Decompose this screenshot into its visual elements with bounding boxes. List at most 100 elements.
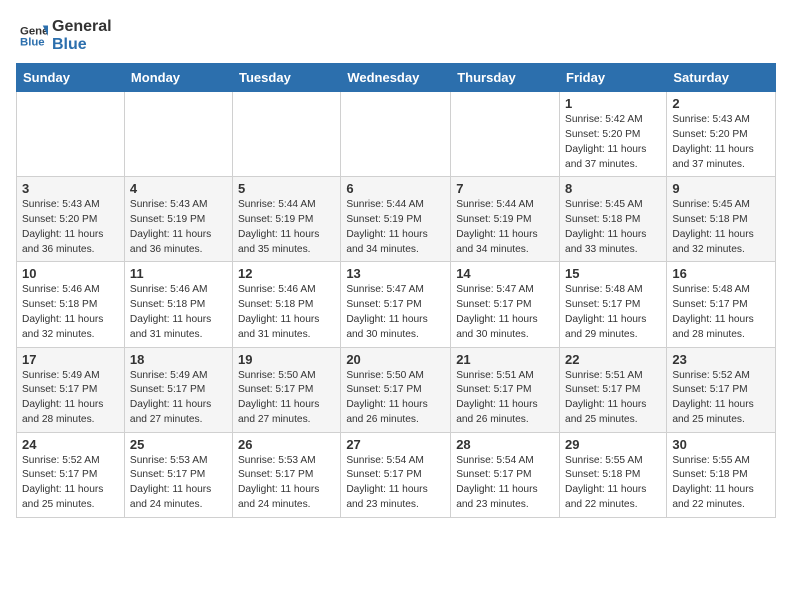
day-number: 23: [672, 352, 770, 367]
day-info: Sunrise: 5:51 AMSunset: 5:17 PMDaylight:…: [565, 369, 661, 428]
day-cell: 12 Sunrise: 5:46 AMSunset: 5:18 PMDayligh…: [233, 262, 341, 347]
day-info: Sunrise: 5:51 AMSunset: 5:17 PMDaylight:…: [456, 369, 554, 428]
day-cell: 10 Sunrise: 5:46 AMSunset: 5:18 PMDayligh…: [17, 262, 125, 347]
calendar-header: SundayMondayTuesdayWednesdayThursdayFrid…: [17, 64, 776, 92]
day-header-tuesday: Tuesday: [233, 64, 341, 92]
day-info: Sunrise: 5:46 AMSunset: 5:18 PMDaylight:…: [22, 283, 119, 342]
day-number: 26: [238, 437, 335, 452]
day-number: 6: [346, 181, 445, 196]
day-number: 9: [672, 181, 770, 196]
day-info: Sunrise: 5:48 AMSunset: 5:17 PMDaylight:…: [565, 283, 661, 342]
day-info: Sunrise: 5:44 AMSunset: 5:19 PMDaylight:…: [238, 198, 335, 257]
day-info: Sunrise: 5:45 AMSunset: 5:18 PMDaylight:…: [672, 198, 770, 257]
day-cell: 18 Sunrise: 5:49 AMSunset: 5:17 PMDayligh…: [124, 347, 232, 432]
day-number: 15: [565, 266, 661, 281]
day-number: 22: [565, 352, 661, 367]
day-info: Sunrise: 5:54 AMSunset: 5:17 PMDaylight:…: [456, 454, 554, 513]
day-info: Sunrise: 5:48 AMSunset: 5:17 PMDaylight:…: [672, 283, 770, 342]
day-cell: 22 Sunrise: 5:51 AMSunset: 5:17 PMDayligh…: [560, 347, 667, 432]
svg-text:Blue: Blue: [20, 36, 45, 48]
day-number: 1: [565, 96, 661, 111]
day-number: 17: [22, 352, 119, 367]
day-info: Sunrise: 5:55 AMSunset: 5:18 PMDaylight:…: [672, 454, 770, 513]
day-cell: 25Sunrise: 5:53 AMSunset: 5:17 PMDayligh…: [124, 432, 232, 517]
day-info: Sunrise: 5:49 AMSunset: 5:17 PMDaylight:…: [130, 369, 227, 428]
day-cell: 7 Sunrise: 5:44 AMSunset: 5:19 PMDaylight…: [451, 177, 560, 262]
day-cell: [124, 92, 232, 177]
header-row: SundayMondayTuesdayWednesdayThursdayFrid…: [17, 64, 776, 92]
day-number: 29: [565, 437, 661, 452]
page-header: General Blue GeneralBlue: [0, 0, 792, 63]
day-header-friday: Friday: [560, 64, 667, 92]
day-cell: [17, 92, 125, 177]
day-info: Sunrise: 5:50 AMSunset: 5:17 PMDaylight:…: [346, 369, 445, 428]
day-number: 12: [238, 266, 335, 281]
day-info: Sunrise: 5:46 AMSunset: 5:18 PMDaylight:…: [238, 283, 335, 342]
day-info: Sunrise: 5:52 AMSunset: 5:17 PMDaylight:…: [672, 369, 770, 428]
day-number: 25: [130, 437, 227, 452]
day-number: 28: [456, 437, 554, 452]
day-cell: 14 Sunrise: 5:47 AMSunset: 5:17 PMDayligh…: [451, 262, 560, 347]
day-info: Sunrise: 5:55 AMSunset: 5:18 PMDaylight:…: [565, 454, 661, 513]
day-info: Sunrise: 5:46 AMSunset: 5:18 PMDaylight:…: [130, 283, 227, 342]
day-info: Sunrise: 5:47 AMSunset: 5:17 PMDaylight:…: [456, 283, 554, 342]
logo-general: General: [52, 18, 112, 36]
day-cell: 30 Sunrise: 5:55 AMSunset: 5:18 PMDayligh…: [667, 432, 776, 517]
day-number: 13: [346, 266, 445, 281]
day-number: 11: [130, 266, 227, 281]
day-number: 24: [22, 437, 119, 452]
day-header-monday: Monday: [124, 64, 232, 92]
week-row-3: 10 Sunrise: 5:46 AMSunset: 5:18 PMDayligh…: [17, 262, 776, 347]
week-row-4: 17 Sunrise: 5:49 AMSunset: 5:17 PMDayligh…: [17, 347, 776, 432]
day-cell: 17 Sunrise: 5:49 AMSunset: 5:17 PMDayligh…: [17, 347, 125, 432]
day-number: 8: [565, 181, 661, 196]
calendar-container: SundayMondayTuesdayWednesdayThursdayFrid…: [0, 63, 792, 530]
day-cell: 23 Sunrise: 5:52 AMSunset: 5:17 PMDayligh…: [667, 347, 776, 432]
day-cell: 27 Sunrise: 5:54 AMSunset: 5:17 PMDayligh…: [341, 432, 451, 517]
day-info: Sunrise: 5:44 AMSunset: 5:19 PMDaylight:…: [456, 198, 554, 257]
day-info: Sunrise: 5:43 AMSunset: 5:20 PMDaylight:…: [672, 113, 770, 172]
day-header-wednesday: Wednesday: [341, 64, 451, 92]
day-cell: 2Sunrise: 5:43 AMSunset: 5:20 PMDaylight…: [667, 92, 776, 177]
day-cell: 16Sunrise: 5:48 AMSunset: 5:17 PMDayligh…: [667, 262, 776, 347]
logo-text: GeneralBlue: [52, 18, 112, 53]
week-row-5: 24 Sunrise: 5:52 AMSunset: 5:17 PMDayligh…: [17, 432, 776, 517]
day-info: Sunrise: 5:54 AMSunset: 5:17 PMDaylight:…: [346, 454, 445, 513]
logo-blue: Blue: [52, 36, 112, 54]
day-number: 30: [672, 437, 770, 452]
calendar-body: 1Sunrise: 5:42 AMSunset: 5:20 PMDaylight…: [17, 92, 776, 518]
day-cell: 29 Sunrise: 5:55 AMSunset: 5:18 PMDayligh…: [560, 432, 667, 517]
calendar-table: SundayMondayTuesdayWednesdayThursdayFrid…: [16, 63, 776, 518]
day-info: Sunrise: 5:52 AMSunset: 5:17 PMDaylight:…: [22, 454, 119, 513]
day-number: 5: [238, 181, 335, 196]
day-info: Sunrise: 5:49 AMSunset: 5:17 PMDaylight:…: [22, 369, 119, 428]
day-number: 19: [238, 352, 335, 367]
day-cell: 6 Sunrise: 5:44 AMSunset: 5:19 PMDaylight…: [341, 177, 451, 262]
day-cell: [451, 92, 560, 177]
day-info: Sunrise: 5:50 AMSunset: 5:17 PMDaylight:…: [238, 369, 335, 428]
day-header-sunday: Sunday: [17, 64, 125, 92]
day-cell: 11 Sunrise: 5:46 AMSunset: 5:18 PMDayligh…: [124, 262, 232, 347]
day-cell: 4Sunrise: 5:43 AMSunset: 5:19 PMDaylight…: [124, 177, 232, 262]
day-cell: 21 Sunrise: 5:51 AMSunset: 5:17 PMDayligh…: [451, 347, 560, 432]
day-cell: [233, 92, 341, 177]
day-number: 7: [456, 181, 554, 196]
day-cell: 28 Sunrise: 5:54 AMSunset: 5:17 PMDayligh…: [451, 432, 560, 517]
day-cell: 24 Sunrise: 5:52 AMSunset: 5:17 PMDayligh…: [17, 432, 125, 517]
day-cell: 15 Sunrise: 5:48 AMSunset: 5:17 PMDayligh…: [560, 262, 667, 347]
logo-icon: General Blue: [20, 22, 48, 50]
day-number: 21: [456, 352, 554, 367]
week-row-1: 1Sunrise: 5:42 AMSunset: 5:20 PMDaylight…: [17, 92, 776, 177]
day-info: Sunrise: 5:44 AMSunset: 5:19 PMDaylight:…: [346, 198, 445, 257]
day-cell: 9 Sunrise: 5:45 AMSunset: 5:18 PMDaylight…: [667, 177, 776, 262]
day-number: 18: [130, 352, 227, 367]
logo: General Blue GeneralBlue: [20, 18, 112, 53]
day-number: 3: [22, 181, 119, 196]
day-info: Sunrise: 5:45 AMSunset: 5:18 PMDaylight:…: [565, 198, 661, 257]
day-cell: 3Sunrise: 5:43 AMSunset: 5:20 PMDaylight…: [17, 177, 125, 262]
day-number: 14: [456, 266, 554, 281]
day-cell: 8 Sunrise: 5:45 AMSunset: 5:18 PMDaylight…: [560, 177, 667, 262]
day-number: 27: [346, 437, 445, 452]
day-cell: 5 Sunrise: 5:44 AMSunset: 5:19 PMDaylight…: [233, 177, 341, 262]
day-number: 10: [22, 266, 119, 281]
